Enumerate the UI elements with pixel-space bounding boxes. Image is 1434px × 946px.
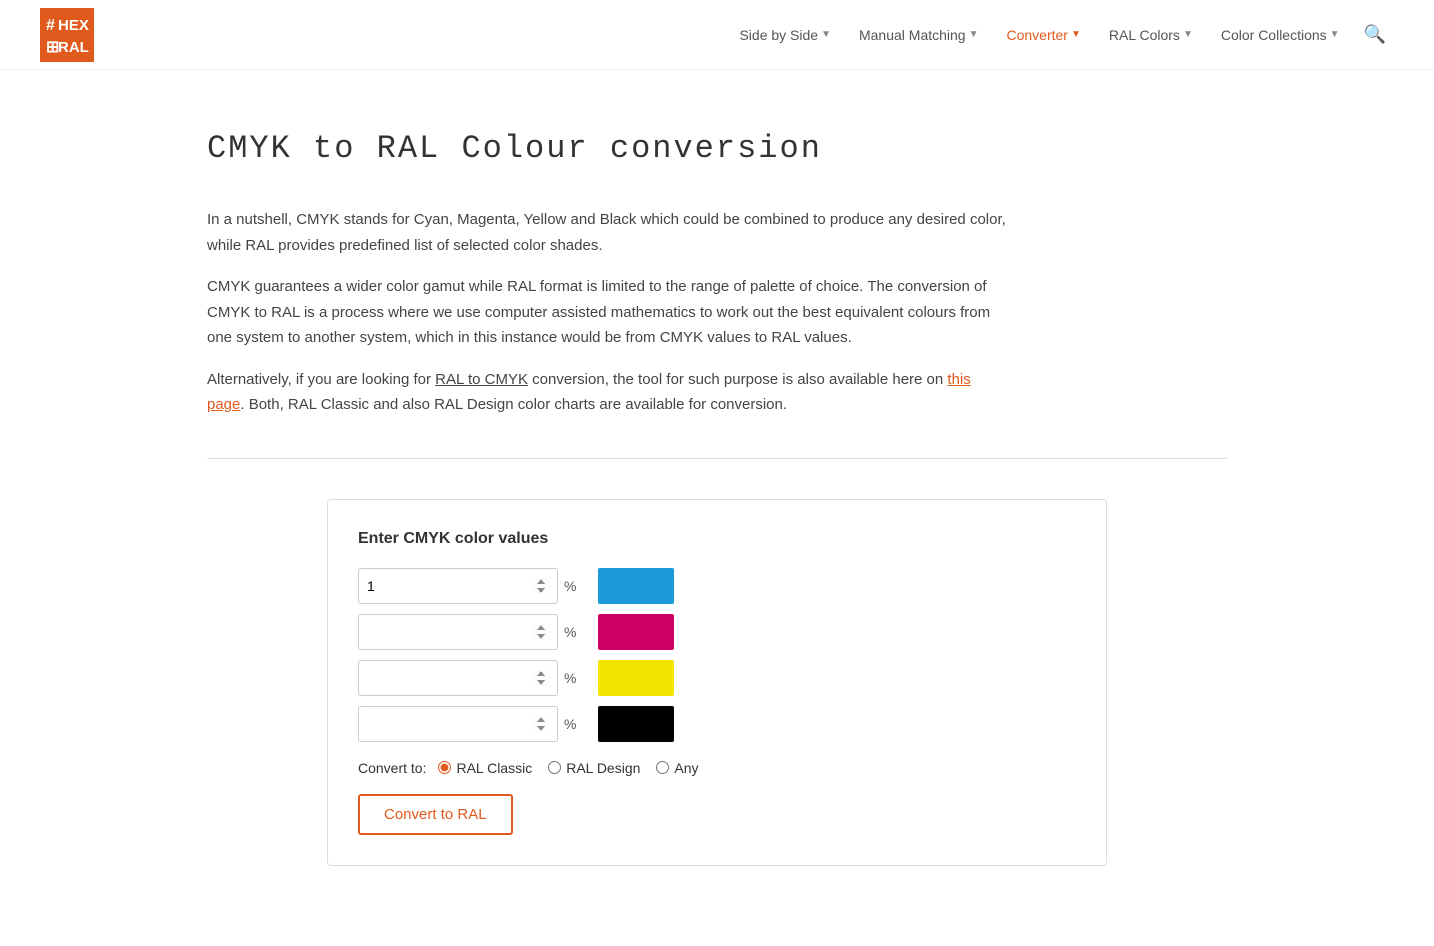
logo-icon: # HEX ⊞ RAL — [40, 8, 94, 62]
convert-to-label: Convert to: — [358, 760, 426, 776]
convert-to-ral-button[interactable]: Convert to RAL — [358, 794, 513, 835]
site-header: # HEX ⊞ RAL Side by Side ▼ Manual Matchi… — [0, 0, 1434, 70]
description-para2: CMYK guarantees a wider color gamut whil… — [207, 274, 1007, 351]
description-para3: Alternatively, if you are looking for RA… — [207, 367, 1007, 418]
nav-label-ral-colors: RAL Colors — [1109, 27, 1180, 43]
search-button[interactable]: 🔍 — [1356, 16, 1394, 53]
nav-item-converter[interactable]: Converter ▼ — [995, 19, 1093, 51]
svg-text:#: # — [46, 17, 55, 34]
nav-item-ral-colors[interactable]: RAL Colors ▼ — [1097, 19, 1205, 51]
radio-design-input[interactable] — [548, 761, 561, 774]
cyan-percent-label: % — [564, 578, 584, 594]
ral-to-cmyk-link[interactable]: RAL to CMYK — [435, 371, 528, 388]
magenta-input[interactable] — [358, 614, 558, 650]
black-row: % — [358, 706, 1076, 742]
chevron-down-icon: ▼ — [1183, 29, 1193, 40]
nav-item-manual-matching[interactable]: Manual Matching ▼ — [847, 19, 991, 51]
radio-group: RAL Classic RAL Design Any — [438, 760, 698, 776]
black-percent-label: % — [564, 716, 584, 732]
yellow-row: % — [358, 660, 1076, 696]
radio-any[interactable]: Any — [656, 760, 698, 776]
svg-text:RAL: RAL — [58, 39, 89, 56]
cyan-swatch — [598, 568, 674, 604]
nav-label-manual-matching: Manual Matching — [859, 27, 966, 43]
nav-label-converter: Converter — [1007, 27, 1068, 43]
chevron-down-icon: ▼ — [1071, 29, 1081, 40]
radio-any-label: Any — [674, 760, 698, 776]
nav-label-side-by-side: Side by Side — [739, 27, 818, 43]
yellow-swatch — [598, 660, 674, 696]
radio-any-input[interactable] — [656, 761, 669, 774]
magenta-row: % — [358, 614, 1076, 650]
main-content: CMYK to RAL Colour conversion In a nutsh… — [167, 70, 1267, 946]
radio-ral-classic[interactable]: RAL Classic — [438, 760, 532, 776]
divider — [207, 458, 1227, 459]
yellow-percent-label: % — [564, 670, 584, 686]
radio-ral-design[interactable]: RAL Design — [548, 760, 640, 776]
converter-heading: Enter CMYK color values — [358, 530, 1076, 548]
magenta-swatch — [598, 614, 674, 650]
cyan-input[interactable] — [358, 568, 558, 604]
cyan-row: % — [358, 568, 1076, 604]
magenta-percent-label: % — [564, 624, 584, 640]
black-swatch — [598, 706, 674, 742]
page-description: In a nutshell, CMYK stands for Cyan, Mag… — [207, 207, 1007, 418]
radio-classic-input[interactable] — [438, 761, 451, 774]
logo[interactable]: # HEX ⊞ RAL — [40, 8, 94, 62]
radio-design-label: RAL Design — [566, 760, 640, 776]
chevron-down-icon: ▼ — [1330, 29, 1340, 40]
radio-classic-label: RAL Classic — [456, 760, 532, 776]
description-para1: In a nutshell, CMYK stands for Cyan, Mag… — [207, 207, 1007, 258]
black-input[interactable] — [358, 706, 558, 742]
main-nav: Side by Side ▼ Manual Matching ▼ Convert… — [727, 16, 1394, 53]
nav-item-color-collections[interactable]: Color Collections ▼ — [1209, 19, 1352, 51]
convert-to-section: Convert to: RAL Classic RAL Design Any — [358, 760, 1076, 776]
converter-box: Enter CMYK color values % % % % Convert — [327, 499, 1107, 866]
yellow-input[interactable] — [358, 660, 558, 696]
chevron-down-icon: ▼ — [821, 29, 831, 40]
nav-label-color-collections: Color Collections — [1221, 27, 1327, 43]
svg-text:HEX: HEX — [58, 17, 89, 34]
page-title: CMYK to RAL Colour conversion — [207, 130, 1227, 167]
chevron-down-icon: ▼ — [969, 29, 979, 40]
nav-item-side-by-side[interactable]: Side by Side ▼ — [727, 19, 843, 51]
